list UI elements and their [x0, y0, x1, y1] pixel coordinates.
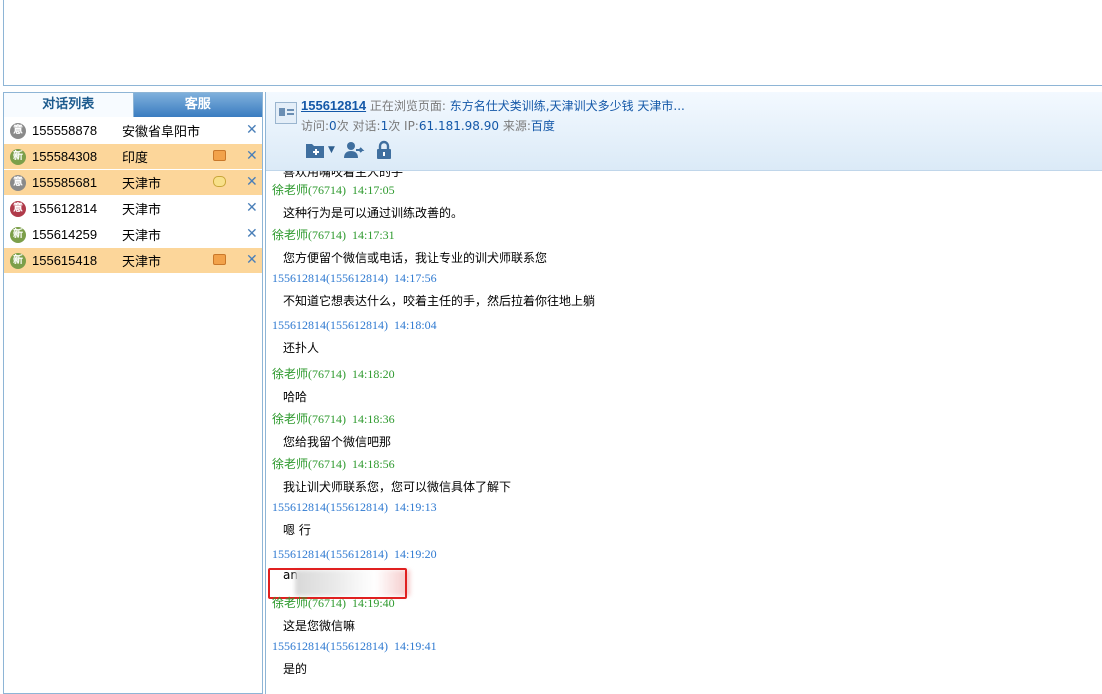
visitor-location: 天津市 [122, 255, 162, 270]
chat-message: 155612814(155612814) 14:19:13 嗯 行 [272, 500, 437, 538]
message-text: 哈哈 [283, 390, 308, 404]
chat-message: 徐老师(76714) 14:17:31 您方便留个微信或电话，我让专业的训犬师联… [272, 226, 547, 266]
conversation-list-panel: 对话列表 客服 意 155558878 安徽省阜阳市 ✕ 新 155584308… [3, 92, 263, 694]
message-text: 喜欢用嘴咬着主人的手 [283, 171, 404, 179]
conversation-row[interactable]: 新 155614259 天津市 ✕ [4, 222, 262, 248]
chat-message: 徐老师(76714) 14:17:05 这种行为是可以通过训练改善的。 [272, 181, 463, 221]
source-label: 来源: [499, 119, 531, 133]
chat-message: 155612814(155612814) 14:17:56 不知道它想表达什么，… [272, 271, 595, 309]
transfer-user-icon[interactable] [343, 139, 365, 161]
visitor-info-line: 155612814 正在浏览页面: 东方名仕犬类训练,天津训犬多少钱 天津市..… [301, 97, 685, 114]
conversation-row[interactable]: 意 155585681 天津市 ✕ [4, 170, 262, 196]
ip-value: 61.181.98.90 [418, 119, 500, 133]
chat-message: 徐老师(76714) 14:18:36 您给我留个微信吧那 [272, 410, 395, 450]
message-meta: 徐老师(76714) 14:17:31 [272, 228, 395, 242]
new-message-icon [213, 150, 226, 161]
message-meta: 155612814(155612814) 14:18:04 [272, 318, 437, 332]
message-text: 您方便留个微信或电话，我让专业的训犬师联系您 [283, 251, 548, 265]
message-text: 您给我留个微信吧那 [283, 435, 392, 449]
message-meta: 徐老师(76714) 14:18:20 [272, 367, 395, 381]
close-icon[interactable]: ✕ [246, 148, 258, 164]
chat-message: 徐老师(76714) 14:18:20 哈哈 [272, 365, 395, 405]
visits-unit: 次 [336, 119, 349, 133]
conversation-row[interactable]: 新 155615418 天津市 ✕ [4, 248, 262, 274]
visits-value: 0 [329, 119, 337, 133]
message-text: 我让训犬师联系您，您可以微信具体了解下 [283, 480, 512, 494]
chat-bubble-icon [213, 176, 226, 187]
conversation-row[interactable]: 意 155558878 安徽省阜阳市 ✕ [4, 118, 262, 144]
status-badge: 意 [10, 174, 26, 191]
message-meta: 徐老师(76714) 14:18:36 [272, 412, 395, 426]
status-badge: 意 [10, 122, 26, 139]
chat-message: 155612814(155612814) 14:19:41 是的 [272, 639, 437, 677]
conversation-row[interactable]: 新 155584308 印度 ✕ [4, 144, 262, 170]
message-meta: 155612814(155612814) 14:19:20 [272, 547, 437, 561]
browsing-page-link[interactable]: 东方名仕犬类训练,天津训犬多少钱 天津市... [450, 99, 685, 113]
close-icon[interactable]: ✕ [246, 252, 258, 268]
lock-icon[interactable] [373, 139, 395, 161]
close-icon[interactable]: ✕ [246, 122, 258, 138]
visitor-id: 155612814 [32, 201, 98, 216]
visitor-id-link[interactable]: 155612814 [301, 98, 366, 113]
dialog-label: 对话: [348, 119, 381, 133]
visitor-location: 印度 [122, 151, 149, 166]
message-text: 这种行为是可以通过训练改善的。 [283, 206, 464, 220]
chat-log: 喜欢用嘴咬着主人的手 徐老师(76714) 14:17:05 这种行为是可以通过… [266, 171, 1102, 694]
message-meta: 徐老师(76714) 14:19:40 [272, 596, 395, 610]
visitor-id: 155615418 [32, 253, 98, 268]
message-text: 嗯 行 [283, 523, 311, 537]
close-icon[interactable]: ✕ [246, 174, 258, 190]
visitor-header: 155612814 正在浏览页面: 东方名仕犬类训练,天津训犬多少钱 天津市..… [266, 92, 1102, 171]
message-meta: 徐老师(76714) 14:18:56 [272, 457, 395, 471]
visitor-id: 155585681 [32, 175, 98, 190]
visitor-id: 155614259 [32, 227, 98, 242]
chat-message: 徐老师(76714) 14:19:40 这是您微信嘛 [272, 594, 395, 634]
visitor-card-icon[interactable] [275, 102, 297, 124]
chat-panel: 155612814 正在浏览页面: 东方名仕犬类训练,天津训犬多少钱 天津市..… [265, 92, 1102, 694]
message-meta: 155612814(155612814) 14:19:41 [272, 639, 437, 653]
tab-conversation-list[interactable]: 对话列表 [4, 93, 134, 117]
folder-add-icon[interactable] [304, 139, 326, 161]
chat-message: 徐老师(76714) 14:18:56 我让训犬师联系您，您可以微信具体了解下 [272, 455, 511, 495]
status-badge: 新 [10, 252, 26, 269]
new-message-icon [213, 254, 226, 265]
message-text: 不知道它想表达什么，咬着主任的手，然后拉着你往地上躺 [283, 294, 596, 308]
top-pane [3, 0, 1102, 86]
visitor-location: 天津市 [122, 229, 162, 244]
close-icon[interactable]: ✕ [246, 200, 258, 216]
visitor-stats-line: 访问:0次 对话:1次 IP:61.181.98.90 来源:百度 [301, 117, 555, 134]
chevron-down-icon[interactable]: ▼ [328, 145, 335, 155]
ip-label: IP: [400, 119, 419, 133]
message-meta: 155612814(155612814) 14:17:56 [272, 271, 437, 285]
message-text: 这是您微信嘛 [283, 619, 356, 633]
tab-customer-service[interactable]: 客服 [133, 93, 262, 117]
left-tabs: 对话列表 客服 [4, 93, 262, 117]
visitor-location: 天津市 [122, 203, 162, 218]
status-badge: 新 [10, 226, 26, 243]
status-badge: 新 [10, 148, 26, 165]
conversation-row[interactable]: 意 155612814 天津市 ✕ [4, 196, 262, 222]
source-value[interactable]: 百度 [531, 119, 555, 133]
conversation-rows: 意 155558878 安徽省阜阳市 ✕ 新 155584308 印度 ✕ 意 … [4, 118, 262, 274]
close-icon[interactable]: ✕ [246, 226, 258, 242]
chat-toolbar: ▼ [304, 139, 395, 161]
chat-message: 155612814(155612814) 14:18:04 还扑人 [272, 318, 437, 356]
message-text: 还扑人 [283, 341, 320, 355]
visitor-id: 155558878 [32, 123, 98, 138]
browsing-label: 正在浏览页面: [369, 99, 446, 113]
dialog-unit: 次 [388, 119, 401, 133]
message-text: 是的 [283, 662, 308, 676]
visitor-location: 安徽省阜阳市 [122, 125, 201, 140]
status-badge: 意 [10, 200, 26, 217]
visits-label: 访问: [301, 119, 330, 133]
message-meta: 徐老师(76714) 14:17:05 [272, 183, 395, 197]
visitor-location: 天津市 [122, 177, 162, 192]
message-meta: 155612814(155612814) 14:19:13 [272, 500, 437, 514]
visitor-id: 155584308 [32, 149, 98, 164]
